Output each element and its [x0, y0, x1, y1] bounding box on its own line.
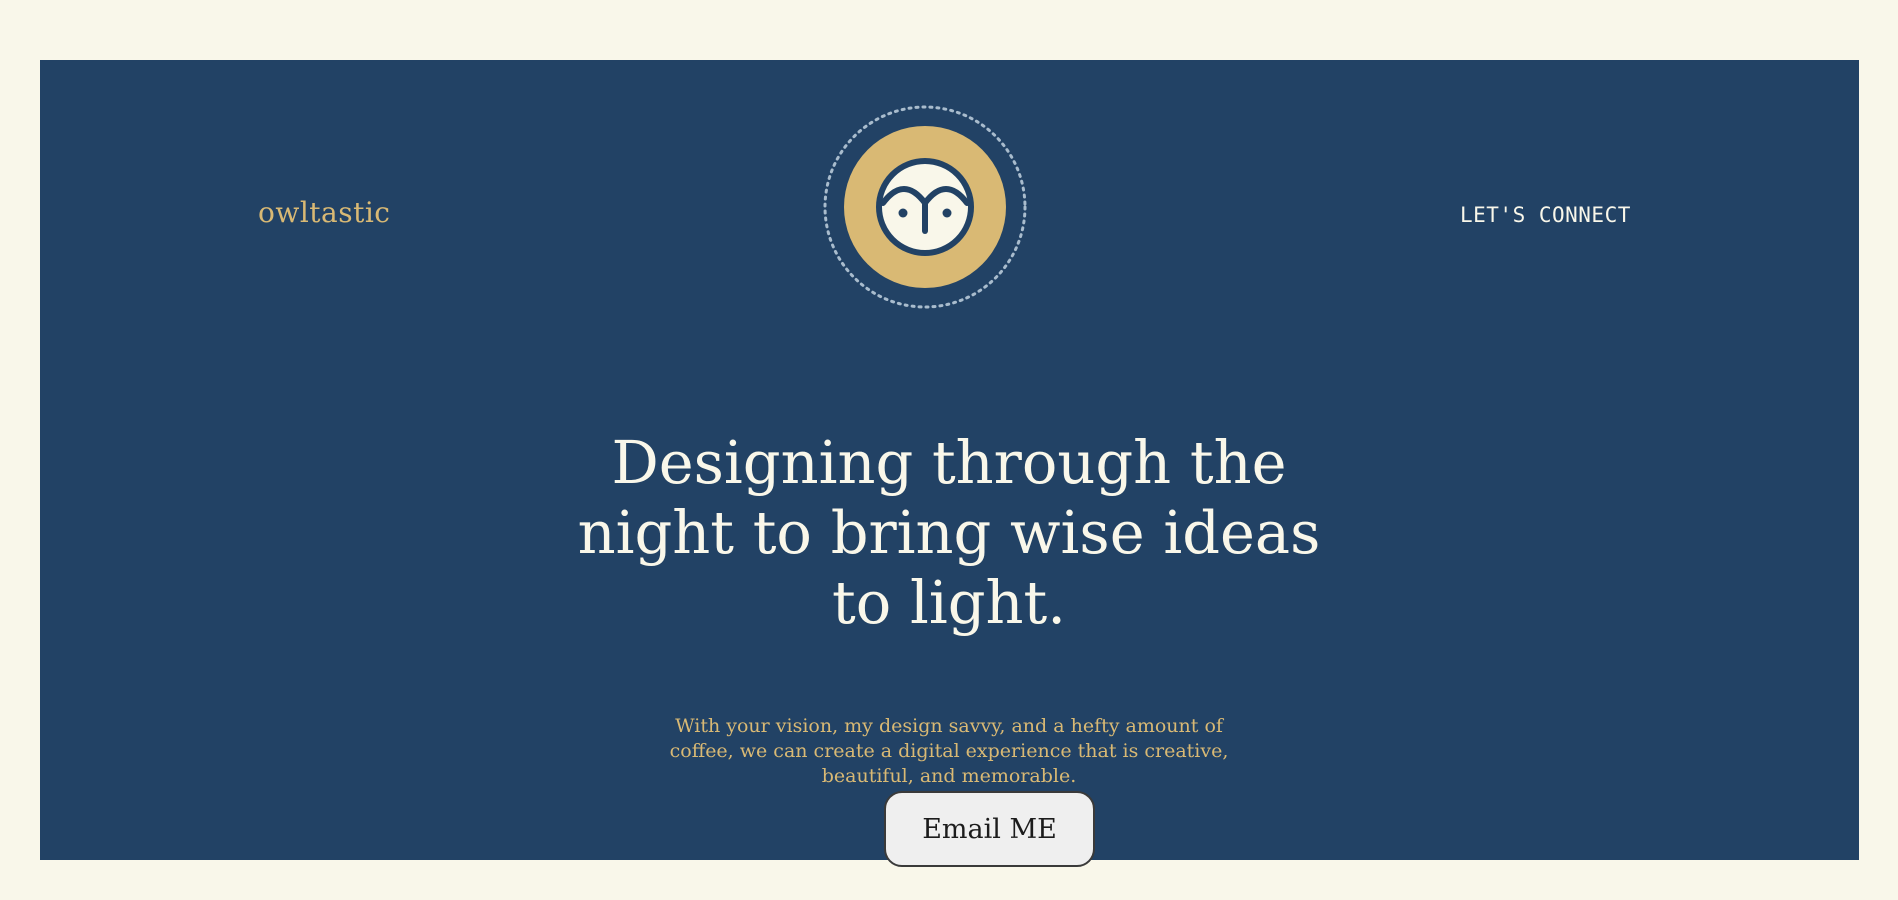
- owl-logo-icon[interactable]: [823, 101, 1027, 313]
- hero-subtext: With your vision, my design savvy, and a…: [669, 715, 1229, 787]
- hero-section: owltastic LET'S CONNECT Designing throug…: [40, 60, 1859, 867]
- hero-headline: Designing through the night to bring wis…: [577, 428, 1321, 637]
- email-me-button[interactable]: Email ME: [884, 791, 1095, 867]
- brand-logo-text[interactable]: owltastic: [258, 196, 390, 229]
- lets-connect-link[interactable]: LET'S CONNECT: [1460, 203, 1631, 227]
